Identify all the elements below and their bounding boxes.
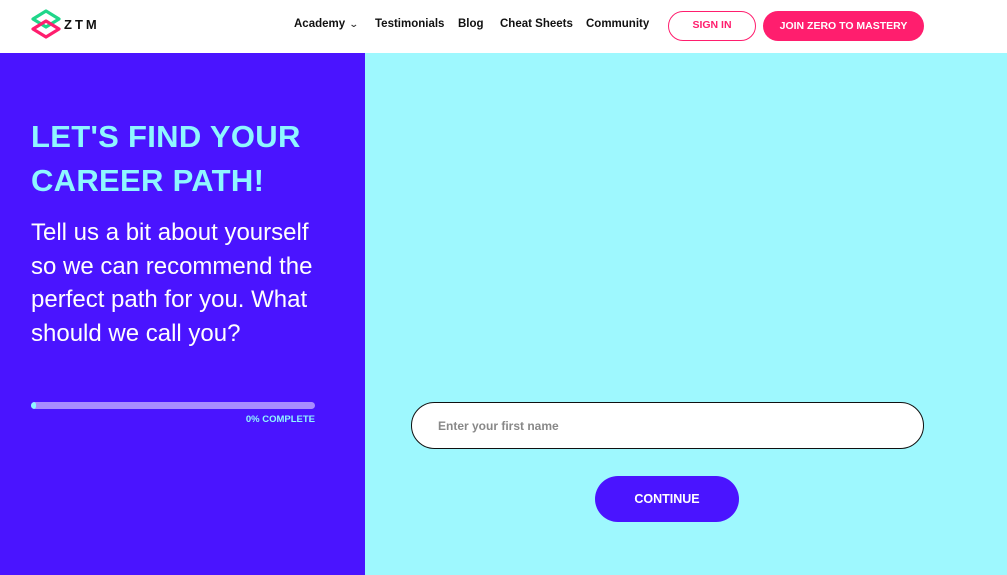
site-header: ZTM Academy ⌄ Testimonials Blog Cheat She… [0,0,1007,53]
nav-item-community[interactable]: Community [586,18,649,30]
nav-item-label: Academy [294,18,346,30]
nav-item-blog[interactable]: Blog [458,18,484,30]
progress-label: 0% COMPLETE [245,414,315,425]
logo-text: ZTM [64,16,100,32]
first-name-input[interactable] [411,402,924,449]
chevron-down-icon: ⌄ [349,19,359,29]
continue-button[interactable]: CONTINUE [595,476,739,522]
ztm-logo[interactable]: ZTM [30,8,100,40]
nav-item-academy[interactable]: Academy ⌄ [294,18,359,30]
progress-bar [31,402,315,409]
join-button[interactable]: JOIN ZERO TO MASTERY [763,11,924,41]
nav-item-cheat-sheets[interactable]: Cheat Sheets [500,18,573,30]
nav-item-testimonials[interactable]: Testimonials [375,18,444,30]
intro-text: Tell us a bit about yourself so we can r… [31,219,313,347]
progress-fill [31,402,36,409]
sign-in-button[interactable]: SIGN IN [668,11,756,41]
ztm-logo-icon [31,9,61,39]
page-title: LET'S FIND YOUR CAREER PATH! [31,119,301,198]
